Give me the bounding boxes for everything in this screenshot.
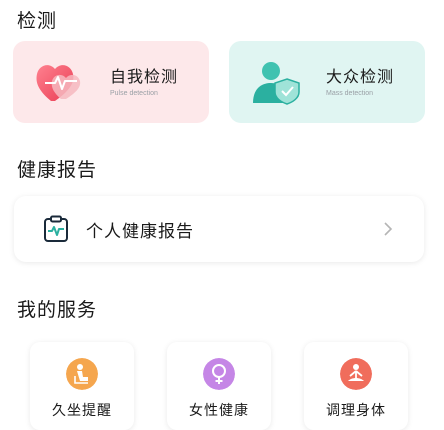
person-shield-icon (253, 62, 300, 105)
health-report-section-title: 健康报告 (17, 159, 98, 181)
chevron-right-icon (384, 222, 393, 236)
service-body-conditioning[interactable]: 调理身体 (304, 342, 408, 430)
personal-health-report-item[interactable]: 个人健康报告 (14, 196, 424, 262)
service-sedentary-reminder[interactable]: 久坐提醒 (30, 342, 134, 430)
mass-detection-title: 大众检测 (326, 67, 395, 86)
self-detection-subtitle: Pulse detection (110, 90, 158, 97)
service-female-health[interactable]: 女性健康 (167, 342, 271, 430)
self-detection-title: 自我检测 (110, 67, 179, 86)
mass-detection-card[interactable]: 大众检测 Mass detection (229, 41, 425, 123)
service-label: 女性健康 (189, 403, 249, 419)
meditation-icon (340, 358, 372, 390)
service-label: 久坐提醒 (52, 403, 112, 419)
clipboard-pulse-icon (44, 215, 68, 242)
heart-pulse-icon (36, 65, 81, 101)
detection-section-title: 检测 (17, 10, 58, 32)
sitting-icon (66, 358, 98, 390)
self-detection-card[interactable]: 自我检测 Pulse detection (13, 41, 209, 123)
my-services-section-title: 我的服务 (17, 299, 98, 321)
female-icon (203, 358, 235, 390)
personal-health-report-label: 个人健康报告 (86, 222, 194, 242)
service-label: 调理身体 (326, 403, 386, 419)
mass-detection-subtitle: Mass detection (326, 90, 374, 97)
